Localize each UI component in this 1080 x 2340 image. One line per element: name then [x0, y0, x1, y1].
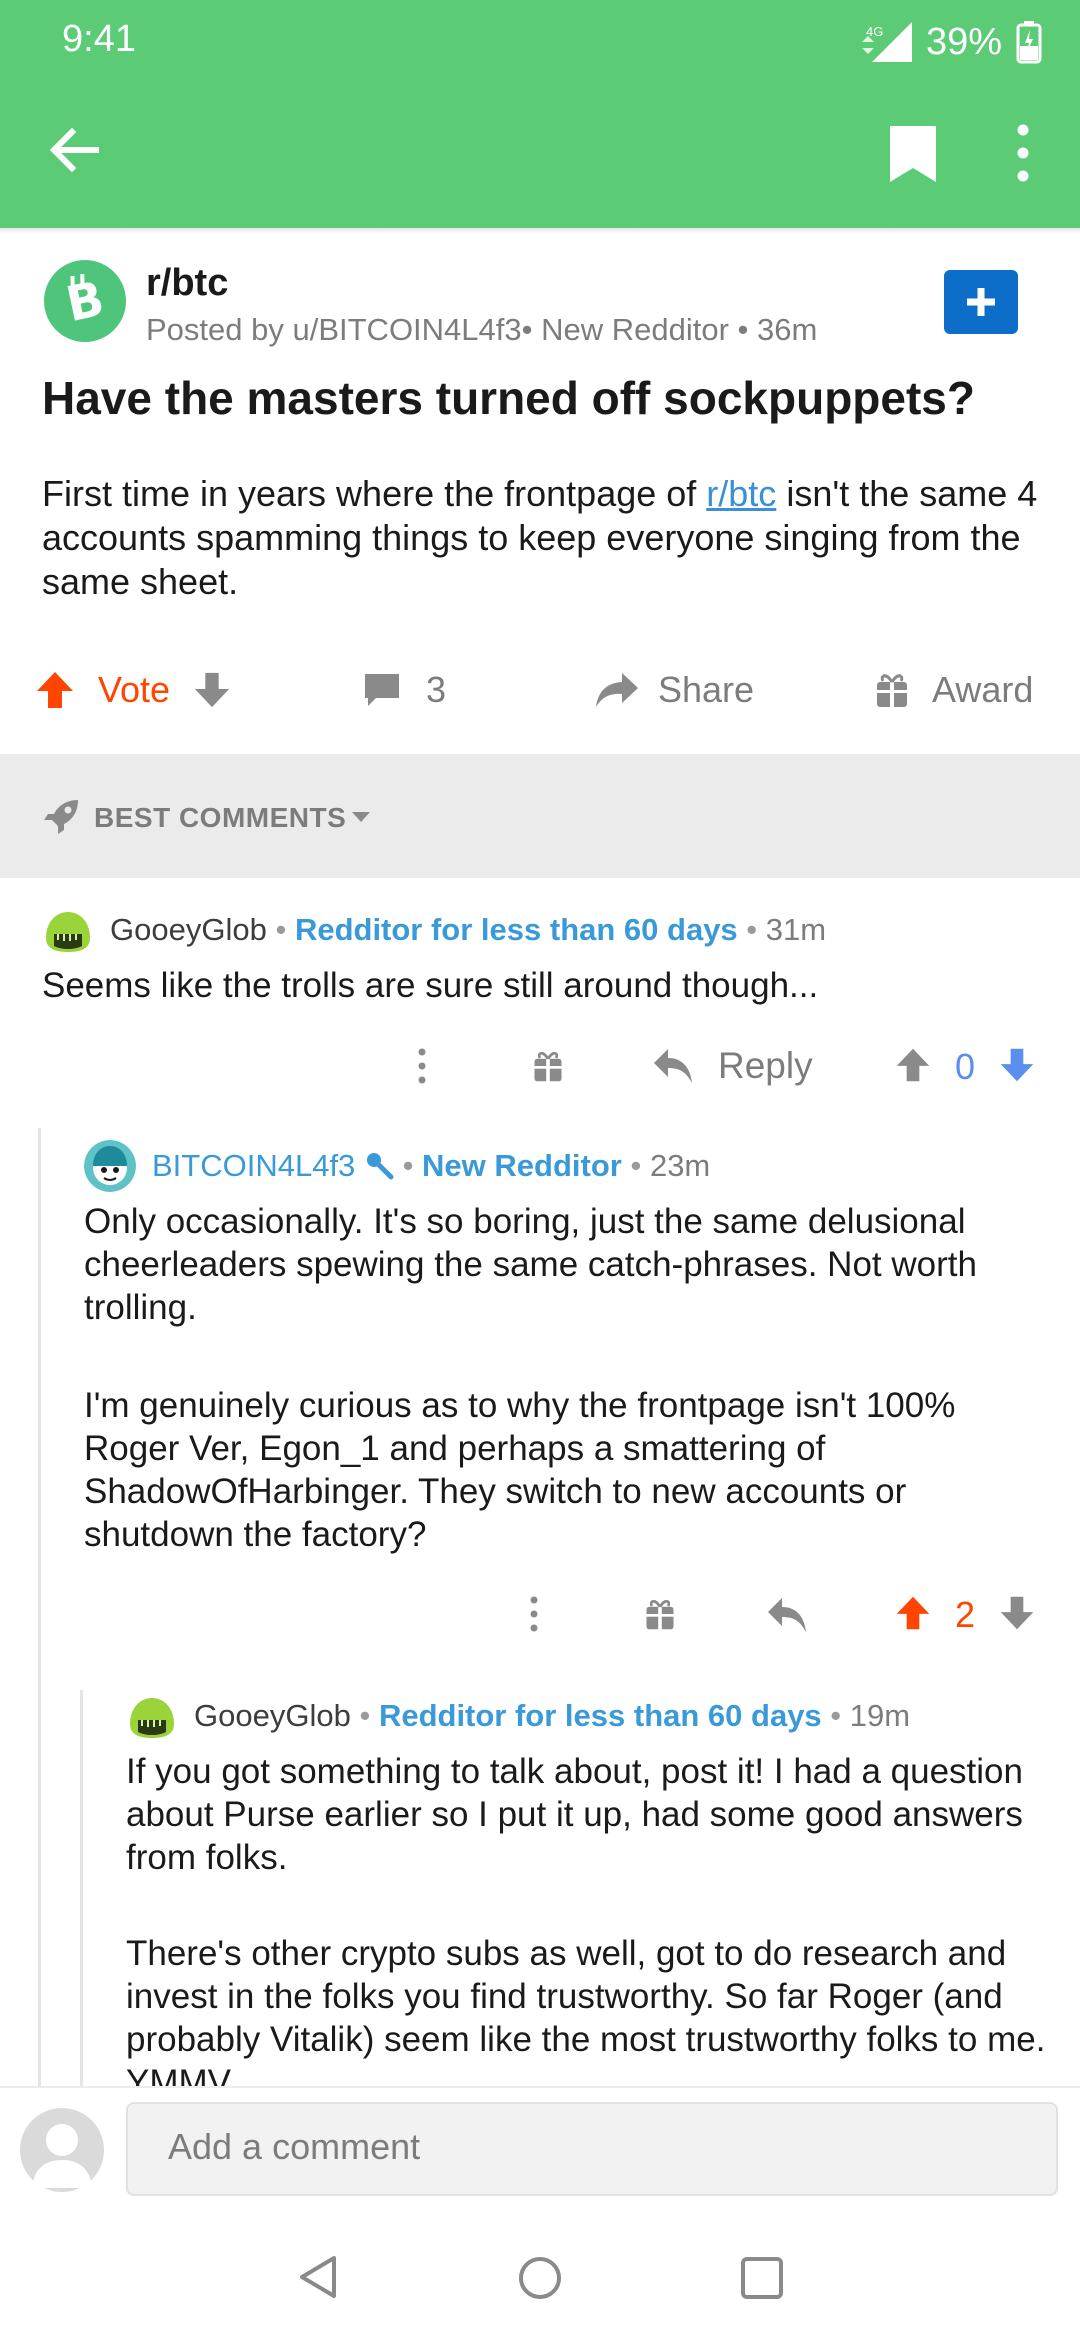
gift-icon [877, 674, 907, 708]
award-label: Award [932, 669, 1034, 710]
bitcoin-logo-icon: B [61, 271, 108, 333]
status-time: 9:41 [62, 18, 136, 60]
upvote-arrow-icon[interactable] [894, 1046, 932, 1084]
chevron-down-icon[interactable] [350, 810, 372, 824]
comment-meta: GooeyGlob • Redditor for less than 60 da… [110, 912, 827, 947]
battery-icon [1016, 21, 1042, 64]
comment-score: 0 [954, 1046, 976, 1087]
post-body-text: First time in years where the frontpage … [42, 473, 707, 514]
bookmark-icon[interactable] [884, 122, 942, 186]
user-avatar[interactable] [20, 2108, 104, 2192]
share-arrow-icon [596, 673, 638, 707]
microphone-icon [366, 1153, 394, 1180]
reply-label: Reply [718, 1045, 813, 1086]
post-body: First time in years where the frontpage … [42, 472, 1052, 604]
comment-text: I'm genuinely curious as to why the fron… [84, 1386, 956, 1554]
post-title: Have the masters turned off sockpuppets? [42, 372, 975, 424]
user-flair: Redditor for less than 60 days [294, 912, 738, 947]
award-button[interactable]: Award [874, 660, 1033, 720]
comment-time: 31m [765, 912, 827, 947]
downvote-arrow-icon[interactable] [998, 1046, 1036, 1084]
post-meta: Posted by u/BITCOIN4L4f3• New Redditor •… [146, 312, 818, 347]
battery-percent: 39% [925, 20, 1002, 63]
comment-text: If you got something to talk about, post… [126, 1752, 1023, 1877]
nav-recents-icon[interactable] [740, 2256, 784, 2300]
sort-label[interactable]: BEST COMMENTS [94, 802, 346, 834]
share-label: Share [658, 669, 755, 710]
comment-text-clip: There's other crypto subs as well, got t… [126, 1932, 1060, 2086]
comment-author-op[interactable]: BITCOIN4L4f3 [152, 1148, 355, 1183]
subreddit-name[interactable]: r/btc [146, 262, 228, 305]
comment-time: 23m [649, 1148, 711, 1183]
vote-label: Vote [98, 669, 171, 710]
goo-avatar[interactable] [126, 1690, 178, 1742]
user-flair: Redditor for less than 60 days [378, 1698, 822, 1733]
rocket-icon [44, 800, 78, 834]
back-arrow-icon[interactable] [42, 118, 106, 182]
goo-avatar[interactable] [42, 904, 94, 956]
more-vert-icon[interactable] [1000, 120, 1046, 186]
svg-text:B: B [61, 271, 108, 333]
comment-count: 3 [426, 669, 447, 710]
upvote-arrow-icon[interactable] [34, 669, 76, 711]
thread-line[interactable] [38, 1128, 41, 2088]
status-icons: 4G 39% [860, 14, 1042, 70]
downvote-arrow-icon[interactable] [998, 1594, 1036, 1632]
comment-author[interactable]: GooeyGlob [110, 912, 267, 947]
comment-text: There's other crypto subs as well, got t… [126, 1934, 1046, 2086]
avatar-silhouette-icon [32, 2124, 92, 2188]
more-vert-icon[interactable] [412, 1046, 432, 1086]
signal-4g-icon: 4G [861, 22, 912, 62]
nav-back-icon[interactable] [296, 2254, 340, 2300]
downvote-arrow-icon[interactable] [192, 670, 232, 710]
nav-home-icon[interactable] [518, 2256, 562, 2300]
comments-button[interactable]: 3 [362, 660, 446, 720]
subreddit-link[interactable]: r/btc [706, 473, 776, 514]
header-shadow [0, 228, 1080, 234]
comment-meta: BITCOIN4L4f3 • New Redditor • 23m [152, 1148, 711, 1183]
share-button[interactable]: Share [594, 660, 754, 720]
user-avatar[interactable] [84, 1140, 136, 1192]
comment-bubble-icon [365, 674, 399, 706]
add-comment-input[interactable]: Add a comment [126, 2102, 1058, 2196]
user-flair: New Redditor [422, 1148, 622, 1183]
comment-text: Seems like the trolls are sure still aro… [42, 966, 819, 1005]
reply-button[interactable]: Reply [652, 1044, 813, 1088]
vote-control: Vote [34, 660, 232, 720]
gift-icon[interactable] [530, 1048, 566, 1084]
gift-icon[interactable] [642, 1596, 678, 1632]
more-vert-icon[interactable] [524, 1594, 544, 1634]
join-subreddit-button[interactable] [944, 270, 1018, 334]
reply-arrow-icon [654, 1049, 692, 1083]
comment-time: 19m [849, 1698, 911, 1733]
comment-score: 2 [954, 1594, 976, 1635]
upvote-arrow-icon[interactable] [894, 1594, 932, 1632]
comment-text: Only occasionally. It's so boring, just … [84, 1202, 977, 1327]
comment-author[interactable]: GooeyGlob [194, 1698, 351, 1733]
reply-arrow-icon[interactable] [766, 1596, 808, 1634]
subreddit-avatar[interactable]: B [44, 260, 126, 342]
thread-line[interactable] [80, 1690, 83, 2088]
plus-icon [967, 288, 995, 316]
comment-meta: GooeyGlob • Redditor for less than 60 da… [194, 1698, 911, 1733]
